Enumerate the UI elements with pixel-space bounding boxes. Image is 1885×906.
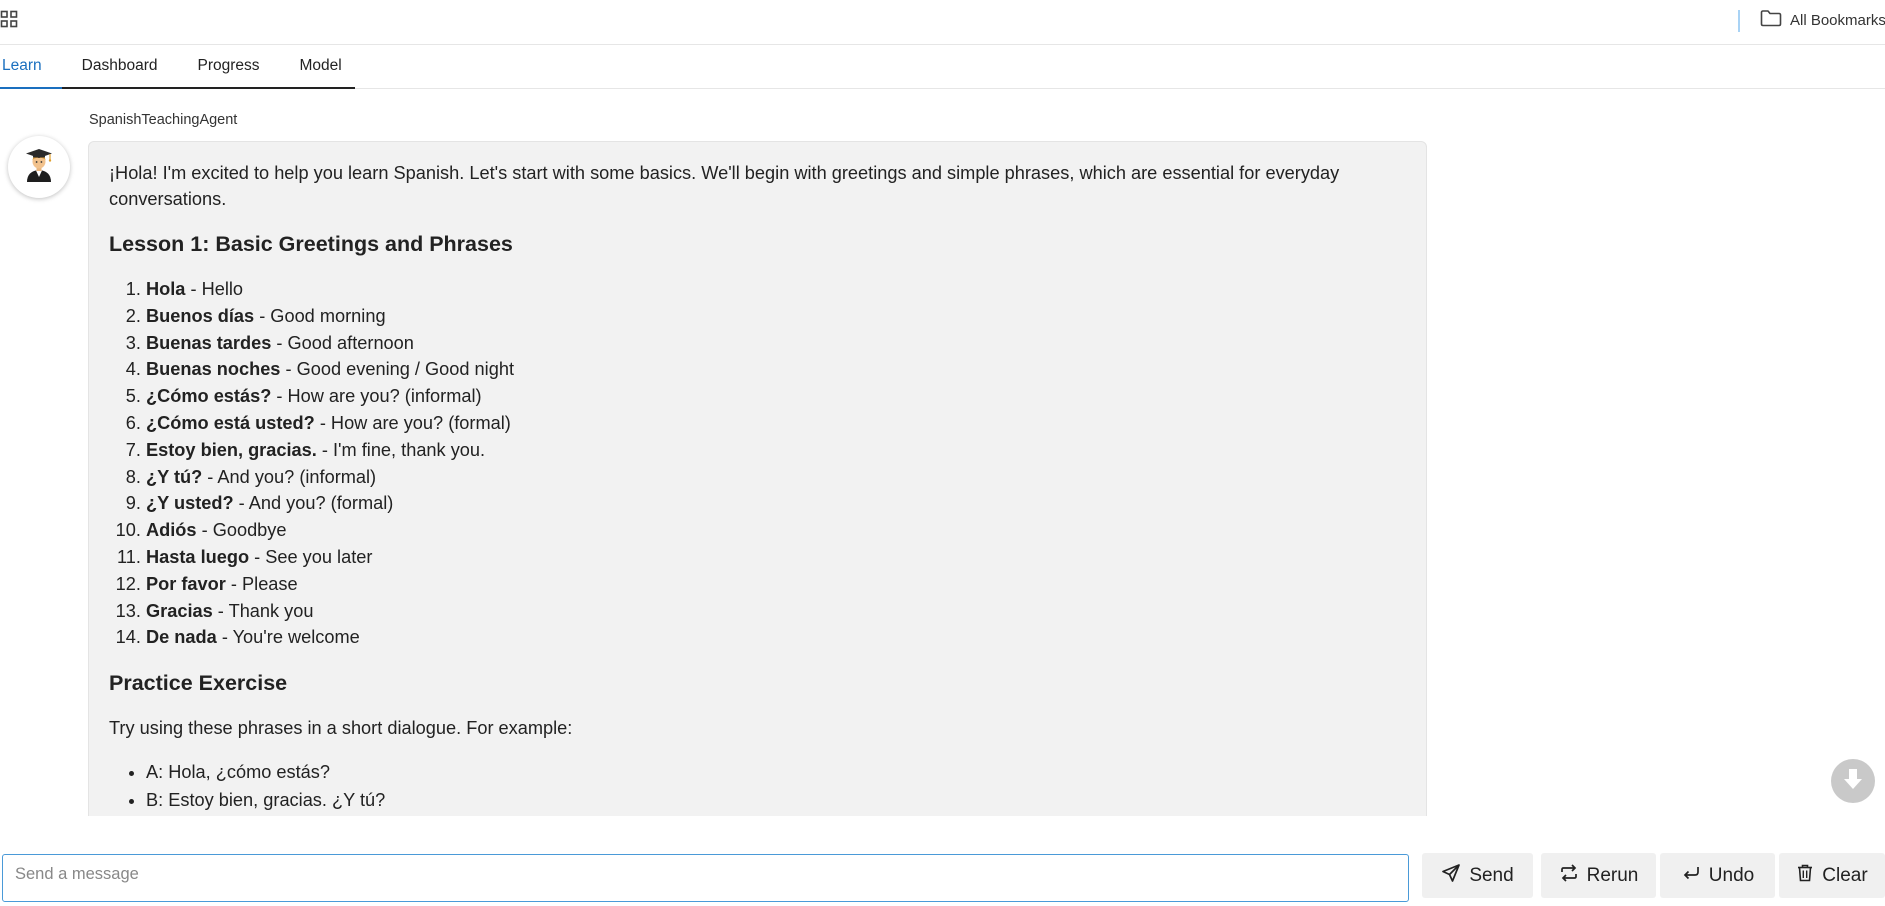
rerun-label: Rerun	[1586, 864, 1639, 886]
graduate-student-icon	[22, 147, 56, 188]
apps-grid-icon[interactable]	[0, 10, 18, 28]
agent-name: SpanishTeachingAgent	[89, 112, 238, 128]
scroll-to-bottom-button[interactable]	[1831, 759, 1875, 803]
tab-learn[interactable]: Learn	[0, 46, 62, 89]
list-item: ¿Y tú? - And you? (informal)	[146, 464, 1406, 491]
lesson-heading: Lesson 1: Basic Greetings and Phrases	[109, 232, 513, 256]
all-bookmarks-label: All Bookmarks	[1790, 11, 1885, 29]
phrase-meaning: - Goodbye	[196, 520, 287, 541]
bookmarks-divider	[1738, 10, 1740, 32]
phrase-meaning: - See you later	[249, 546, 373, 567]
list-item: ¿Y usted? - And you? (formal)	[146, 490, 1406, 517]
tab-progress[interactable]: Progress	[177, 46, 279, 87]
phrase-meaning: - You're welcome	[216, 627, 360, 648]
phrase-meaning: - How are you? (informal)	[271, 386, 482, 407]
phrase-term: Buenas tardes	[146, 332, 272, 353]
avatar	[8, 136, 70, 198]
undo-button[interactable]: Undo	[1660, 853, 1775, 898]
folder-icon	[1760, 9, 1782, 31]
practice-text: Try using these phrases in a short dialo…	[109, 718, 573, 739]
send-button[interactable]: Send	[1422, 853, 1533, 898]
list-item: Buenas noches - Good evening / Good nigh…	[146, 356, 1406, 383]
list-item: Estoy bien, gracias. - I'm fine, thank y…	[146, 437, 1406, 464]
list-item: De nada - You're welcome	[146, 624, 1406, 651]
list-item: Buenas tardes - Good afternoon	[146, 330, 1406, 357]
phrase-term: De nada	[146, 627, 217, 648]
list-item: ¿Cómo está usted? - How are you? (formal…	[146, 410, 1406, 437]
composer: Send Rerun Undo	[0, 816, 1885, 906]
phrase-list: Hola - Hello Buenos días - Good morning …	[109, 276, 1406, 651]
tab-list: Learn Dashboard Progress Model	[0, 46, 355, 89]
phrase-term: Buenas noches	[146, 359, 281, 380]
phrase-meaning: - Thank you	[212, 600, 314, 621]
phrase-meaning: - Hello	[185, 279, 244, 299]
assistant-message: ¡Hola! I'm excited to help you learn Spa…	[88, 141, 1427, 816]
arrow-down-icon	[1842, 767, 1864, 796]
list-item: Por favor - Please	[146, 571, 1406, 598]
clear-label: Clear	[1822, 864, 1868, 886]
all-bookmarks-button[interactable]: All Bookmarks	[1760, 9, 1885, 31]
phrase-meaning: - Please	[225, 573, 298, 594]
phrase-term: ¿Cómo estás?	[146, 386, 272, 407]
phrase-term: Buenos días	[146, 305, 255, 326]
phrase-term: Adiós	[146, 520, 197, 541]
send-label: Send	[1469, 864, 1514, 886]
phrase-term: ¿Cómo está usted?	[146, 412, 315, 433]
list-item: Gracias - Thank you	[146, 598, 1406, 625]
repeat-icon	[1559, 863, 1579, 889]
paper-plane-icon	[1441, 863, 1461, 889]
phrase-term: Hola	[146, 279, 186, 299]
list-item: B: Estoy bien, gracias. ¿Y tú?	[146, 787, 1406, 815]
trash-icon	[1796, 863, 1814, 889]
rerun-button[interactable]: Rerun	[1541, 853, 1656, 898]
phrase-meaning: - Good afternoon	[271, 332, 414, 353]
tab-bar: Learn Dashboard Progress Model	[0, 46, 1885, 89]
practice-heading: Practice Exercise	[109, 671, 288, 696]
phrase-meaning: - I'm fine, thank you.	[316, 439, 486, 460]
phrase-meaning: - And you? (formal)	[233, 493, 394, 514]
list-item: A: Hola, ¿cómo estás?	[146, 759, 1406, 787]
message-input[interactable]	[2, 854, 1409, 902]
undo-label: Undo	[1708, 864, 1755, 886]
phrase-term: Hasta luego	[146, 546, 250, 567]
message-intro: ¡Hola! I'm excited to help you learn Spa…	[109, 163, 1340, 209]
tab-model[interactable]: Model	[280, 46, 362, 87]
phrase-meaning: - Good morning	[254, 305, 386, 326]
undo-arrow-icon	[1681, 863, 1701, 889]
list-item: Buenos días - Good morning	[146, 303, 1406, 330]
phrase-term: ¿Y usted?	[146, 493, 234, 514]
dialogue-list: A: Hola, ¿cómo estás? B: Estoy bien, gra…	[109, 759, 1406, 814]
chat-panel: SpanishTeachingAgent ¡Hola! I'm excited …	[0, 90, 1885, 816]
bookmarks-bar: All Bookmarks	[0, 0, 1885, 45]
phrase-term: Por favor	[146, 573, 226, 594]
phrase-meaning: - And you? (informal)	[202, 466, 377, 487]
list-item: Hola - Hello	[146, 276, 1406, 303]
phrase-term: Estoy bien, gracias.	[146, 439, 317, 460]
clear-button[interactable]: Clear	[1779, 853, 1885, 898]
phrase-meaning: - Good evening / Good night	[280, 359, 514, 380]
tab-dashboard[interactable]: Dashboard	[62, 46, 178, 87]
phrase-term: ¿Y tú?	[146, 466, 203, 487]
list-item: Adiós - Goodbye	[146, 517, 1406, 544]
phrase-term: Gracias	[146, 600, 213, 621]
phrase-meaning: - How are you? (formal)	[314, 412, 511, 433]
list-item: ¿Cómo estás? - How are you? (informal)	[146, 383, 1406, 410]
list-item: Hasta luego - See you later	[146, 544, 1406, 571]
